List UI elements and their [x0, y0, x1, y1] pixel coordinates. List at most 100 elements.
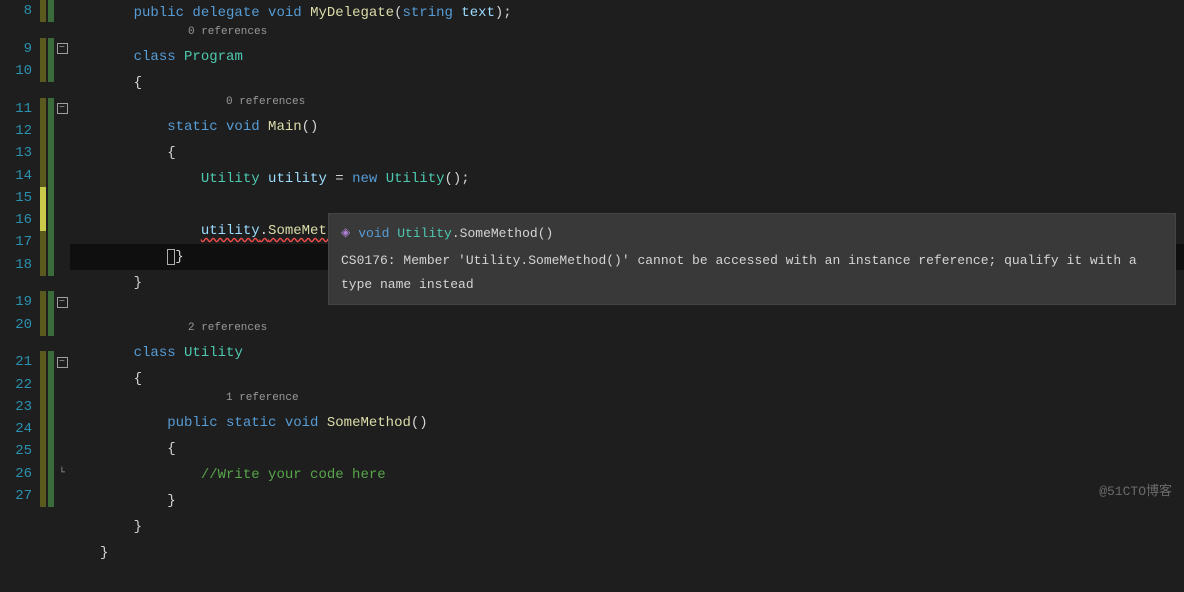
codelens-references[interactable]: 1 reference: [226, 392, 299, 404]
codelens-references[interactable]: 2 references: [188, 322, 267, 334]
change-indicator: [40, 396, 46, 418]
line-number: 22: [0, 377, 40, 393]
gutter-row: [0, 276, 70, 291]
token-punct: }: [134, 275, 142, 291]
gutter-row: 20: [0, 313, 70, 335]
gutter-row: 19−: [0, 291, 70, 313]
token-type: Utility: [201, 171, 268, 187]
indent: [100, 301, 134, 317]
code-line[interactable]: Utility utility = new Utility();: [70, 166, 1184, 192]
change-indicator: [40, 418, 46, 440]
token-punct: =: [335, 171, 352, 187]
token-kw: new: [352, 171, 386, 187]
code-line[interactable]: public static void SomeMethod(): [70, 410, 1184, 436]
gutter-row: 23: [0, 396, 70, 418]
indent: [100, 223, 201, 239]
cursor: [167, 249, 175, 265]
margin-bar: [48, 313, 54, 335]
codelens-references[interactable]: 0 references: [226, 96, 305, 108]
code-line[interactable]: }: [70, 488, 1184, 514]
change-indicator: [40, 462, 46, 484]
tooltip-signature: ◈ void Utility.SomeMethod(): [341, 222, 1163, 245]
line-number: 14: [0, 168, 40, 184]
indent: [100, 249, 167, 265]
margin-bar: [48, 231, 54, 253]
line-number: 16: [0, 212, 40, 228]
gutter-row: 8: [0, 0, 70, 22]
change-indicator: [40, 351, 46, 373]
code-line[interactable]: {: [70, 70, 1184, 96]
token-kw: public: [134, 5, 193, 21]
change-indicator: [40, 98, 46, 120]
margin-bar: [48, 187, 54, 209]
indent: [100, 75, 134, 91]
gutter-row: [0, 22, 70, 37]
code-line[interactable]: {: [70, 436, 1184, 462]
code-line[interactable]: class Program: [70, 44, 1184, 70]
gutter-row: 22: [0, 373, 70, 395]
code-line[interactable]: static void Main(): [70, 114, 1184, 140]
token-kw: void: [268, 5, 310, 21]
indent: [100, 415, 167, 431]
margin-bar: [48, 0, 54, 22]
fold-collapse-icon[interactable]: −: [54, 297, 70, 308]
code-line[interactable]: {: [70, 140, 1184, 166]
code-line[interactable]: }: [70, 514, 1184, 540]
change-indicator: [40, 336, 46, 351]
change-indicator: [40, 276, 46, 291]
line-number: 17: [0, 234, 40, 250]
token-kw: class: [134, 49, 184, 65]
token-punct: }: [134, 519, 142, 535]
token-kw: static: [167, 119, 226, 135]
change-indicator: [40, 485, 46, 507]
fold-collapse-icon[interactable]: −: [54, 103, 70, 114]
method-icon: ◈: [341, 223, 350, 245]
margin-bar: [48, 164, 54, 186]
token-punct: );: [495, 5, 512, 21]
line-number: 10: [0, 63, 40, 79]
token-type: Utility: [386, 171, 445, 187]
code-line[interactable]: {: [70, 366, 1184, 392]
watermark: @51CTO博客: [1099, 480, 1172, 499]
margin-bar: [48, 120, 54, 142]
fold-collapse-icon[interactable]: −: [54, 357, 70, 368]
indent: [100, 119, 167, 135]
token-punct: (): [302, 119, 319, 135]
fold-spacer: └: [54, 468, 70, 479]
fold-collapse-icon[interactable]: −: [54, 43, 70, 54]
code-line[interactable]: //Write your code here: [70, 462, 1184, 488]
change-indicator: [40, 231, 46, 253]
code-line[interactable]: }: [70, 540, 1184, 566]
indent: [100, 371, 134, 387]
indent: [100, 467, 201, 483]
margin-bar: [48, 440, 54, 462]
indent: [100, 171, 201, 187]
token-punct: {: [134, 371, 142, 387]
change-indicator: [40, 313, 46, 335]
line-number: 27: [0, 488, 40, 504]
line-number: 15: [0, 190, 40, 206]
token-str-param: utility: [268, 171, 335, 187]
token-kw: void: [226, 119, 268, 135]
codelens-references[interactable]: 0 references: [188, 26, 267, 38]
token-punct: }: [175, 249, 183, 265]
margin-bar: [48, 209, 54, 231]
token-str-param: text: [461, 5, 495, 21]
token-kw: public: [167, 415, 226, 431]
line-number: 24: [0, 421, 40, 437]
gutter-row: 9−: [0, 38, 70, 60]
token-str-param: utility: [201, 223, 260, 239]
line-number: 9: [0, 41, 40, 57]
indent: [100, 5, 134, 21]
code-line[interactable]: class Utility: [70, 340, 1184, 366]
token-punct: {: [167, 441, 175, 457]
change-indicator: [40, 440, 46, 462]
code-line[interactable]: public delegate void MyDelegate(string t…: [70, 0, 1184, 26]
token-punct: ();: [445, 171, 470, 187]
gutter-row: [0, 336, 70, 351]
line-number: 11: [0, 101, 40, 117]
code-line[interactable]: [70, 566, 1184, 592]
gutter-row: 24: [0, 418, 70, 440]
token-punct: {: [167, 145, 175, 161]
margin-bar: [48, 254, 54, 276]
